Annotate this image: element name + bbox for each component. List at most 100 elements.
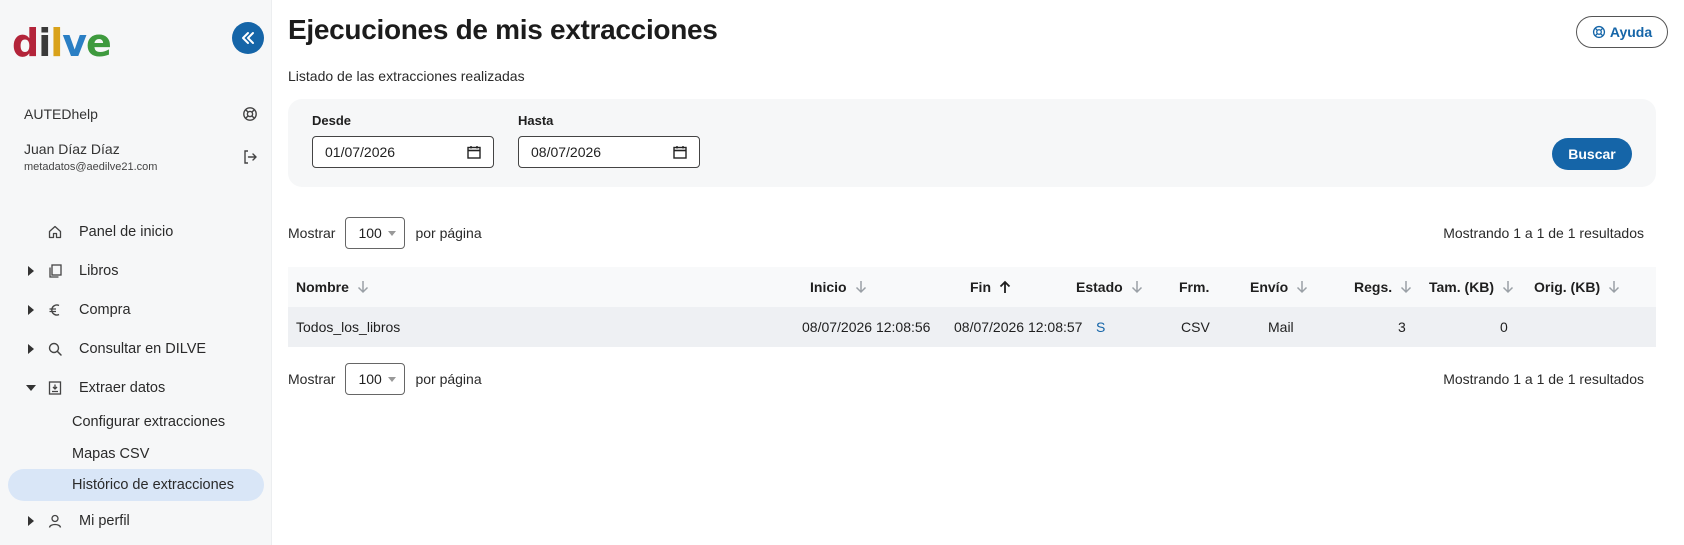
results-count: Mostrando 1 a 1 de 1 resultados bbox=[1443, 225, 1644, 241]
sidebar-subitem-mapas-csv[interactable]: Mapas CSV bbox=[8, 438, 264, 470]
show-label: Mostrar bbox=[288, 371, 336, 387]
per-page-select[interactable]: 100 bbox=[345, 217, 406, 249]
column-label: Orig. (KB) bbox=[1534, 279, 1601, 295]
home-icon bbox=[46, 224, 64, 240]
sidebar-item-consultar-en-dilve[interactable]: Consultar en DILVE bbox=[0, 333, 272, 365]
column-label: Envío bbox=[1250, 279, 1289, 295]
user-email: metadatos@aedilve21.com bbox=[24, 161, 158, 173]
per-page-value: 100 bbox=[358, 225, 382, 241]
cell-frm: CSV bbox=[1181, 319, 1210, 335]
column-header-regs[interactable]: Regs. bbox=[1354, 267, 1412, 307]
sort-arrow-down-icon bbox=[357, 280, 369, 294]
sidebar-item-label: Consultar en DILVE bbox=[79, 341, 207, 357]
sort-arrow-down-icon bbox=[855, 280, 867, 294]
cell-regs: 3 bbox=[1398, 319, 1406, 335]
logo-letter: l bbox=[50, 21, 63, 65]
sidebar-subitem-label: Mapas CSV bbox=[72, 446, 150, 462]
search-icon bbox=[46, 341, 64, 357]
column-header-frm: Frm. bbox=[1179, 267, 1209, 307]
user-block: Juan Díaz Díaz metadatos@aedilve21.com bbox=[24, 140, 260, 174]
from-date-field: Desde 01/07/2026 bbox=[312, 113, 494, 168]
column-label: Tam. (KB) bbox=[1429, 279, 1495, 295]
calendar-icon[interactable] bbox=[673, 145, 687, 159]
sidebar-item-label: Compra bbox=[79, 302, 131, 318]
from-date-value: 01/07/2026 bbox=[325, 144, 396, 160]
sort-arrow-down-icon bbox=[1502, 280, 1514, 294]
caret-right-icon bbox=[24, 266, 38, 276]
table-header: Nombre Inicio Fin Estado Frm. Envío Regs… bbox=[288, 267, 1656, 307]
to-date-field: Hasta 08/07/2026 bbox=[518, 113, 700, 168]
column-label: Inicio bbox=[810, 279, 847, 295]
column-label: Fin bbox=[970, 279, 991, 295]
sidebar-item-compra[interactable]: Compra bbox=[0, 294, 272, 326]
column-header-estado[interactable]: Estado bbox=[1076, 267, 1143, 307]
cell-envio: Mail bbox=[1268, 319, 1294, 335]
collapse-sidebar-button[interactable] bbox=[232, 22, 264, 54]
to-date-value: 08/07/2026 bbox=[531, 144, 602, 160]
column-header-tam-kb[interactable]: Tam. (KB) bbox=[1429, 267, 1514, 307]
logo-letter: e bbox=[86, 21, 112, 65]
column-label: Regs. bbox=[1354, 279, 1393, 295]
user-icon bbox=[46, 513, 64, 529]
cell-nombre: Todos_los_libros bbox=[296, 319, 401, 335]
sidebar-item-extraer-datos[interactable]: Extraer datos bbox=[0, 372, 272, 404]
table-row[interactable]: Todos_los_libros 08/07/2026 12:08:56 08/… bbox=[288, 307, 1656, 347]
per-page-value: 100 bbox=[358, 371, 382, 387]
organization-name: AUTEDhelp bbox=[24, 106, 98, 122]
column-header-nombre[interactable]: Nombre bbox=[296, 267, 369, 307]
sort-arrow-down-icon bbox=[1608, 280, 1620, 294]
page-title: Ejecuciones de mis extracciones bbox=[288, 14, 718, 45]
column-header-fin[interactable]: Fin bbox=[970, 267, 1011, 307]
sidebar-subitem-historico-de-extracciones[interactable]: Histórico de extracciones bbox=[8, 469, 264, 501]
sidebar-item-libros[interactable]: Libros bbox=[0, 255, 272, 287]
logo-letter: v bbox=[62, 21, 87, 65]
sort-arrow-up-icon bbox=[999, 280, 1011, 294]
column-label: Estado bbox=[1076, 279, 1123, 295]
sidebar-item-mi-perfil[interactable]: Mi perfil bbox=[0, 505, 272, 537]
pager-top: Mostrar 100 por página Mostrando 1 a 1 d… bbox=[288, 216, 1656, 250]
sidebar-subitem-configurar-extracciones[interactable]: Configurar extracciones bbox=[8, 406, 264, 438]
caret-right-icon bbox=[24, 344, 38, 354]
caret-down-icon bbox=[24, 384, 38, 392]
books-icon bbox=[46, 263, 64, 279]
user-name: Juan Díaz Díaz bbox=[24, 141, 120, 157]
column-label: Nombre bbox=[296, 279, 349, 295]
euro-icon bbox=[46, 302, 64, 318]
dilve-logo[interactable]: dilve bbox=[12, 20, 112, 66]
help-button[interactable]: Ayuda bbox=[1576, 16, 1668, 48]
sort-arrow-down-icon bbox=[1296, 280, 1308, 294]
column-header-inicio[interactable]: Inicio bbox=[810, 267, 867, 307]
download-box-icon bbox=[46, 380, 64, 396]
cell-fin: 08/07/2026 12:08:57 bbox=[954, 319, 1083, 335]
sidebar-subitem-label: Configurar extracciones bbox=[72, 414, 226, 430]
to-date-label: Hasta bbox=[518, 113, 554, 128]
dropdown-arrow-icon bbox=[388, 376, 397, 382]
column-header-orig-kb[interactable]: Orig. (KB) bbox=[1534, 267, 1620, 307]
results-count: Mostrando 1 a 1 de 1 resultados bbox=[1443, 371, 1644, 387]
dropdown-arrow-icon bbox=[388, 230, 397, 236]
sidebar-item-label: Panel de inicio bbox=[79, 224, 174, 240]
calendar-icon[interactable] bbox=[467, 145, 481, 159]
sidebar-subitem-label: Histórico de extracciones bbox=[72, 477, 234, 493]
column-header-envio[interactable]: Envío bbox=[1250, 267, 1308, 307]
logout-icon[interactable] bbox=[240, 147, 260, 167]
sidebar-item-label: Mi perfil bbox=[79, 513, 130, 529]
column-label: Frm. bbox=[1179, 279, 1210, 295]
sidebar: dilve AUTEDhelp Juan Díaz Díaz metadatos… bbox=[0, 0, 272, 545]
to-date-input[interactable]: 08/07/2026 bbox=[518, 136, 700, 168]
help-button-label: Ayuda bbox=[1609, 24, 1653, 40]
sidebar-item-panel-de-inicio[interactable]: Panel de inicio bbox=[0, 216, 272, 248]
search-button[interactable]: Buscar bbox=[1552, 138, 1632, 170]
cell-inicio: 08/07/2026 12:08:56 bbox=[802, 319, 931, 335]
double-chevron-left-icon bbox=[242, 32, 254, 44]
sidebar-item-label: Extraer datos bbox=[79, 380, 166, 396]
support-lifebuoy-icon[interactable] bbox=[240, 104, 260, 124]
caret-right-icon bbox=[24, 516, 38, 526]
per-page-select[interactable]: 100 bbox=[345, 363, 406, 395]
cell-tam: 0 bbox=[1500, 319, 1508, 335]
caret-right-icon bbox=[24, 305, 38, 315]
filter-panel: Desde 01/07/2026 Hasta 08/07/2026 Buscar bbox=[288, 99, 1656, 187]
organization-row: AUTEDhelp bbox=[24, 104, 260, 124]
from-date-input[interactable]: 01/07/2026 bbox=[312, 136, 494, 168]
cell-estado-link[interactable]: S bbox=[1096, 307, 1105, 347]
